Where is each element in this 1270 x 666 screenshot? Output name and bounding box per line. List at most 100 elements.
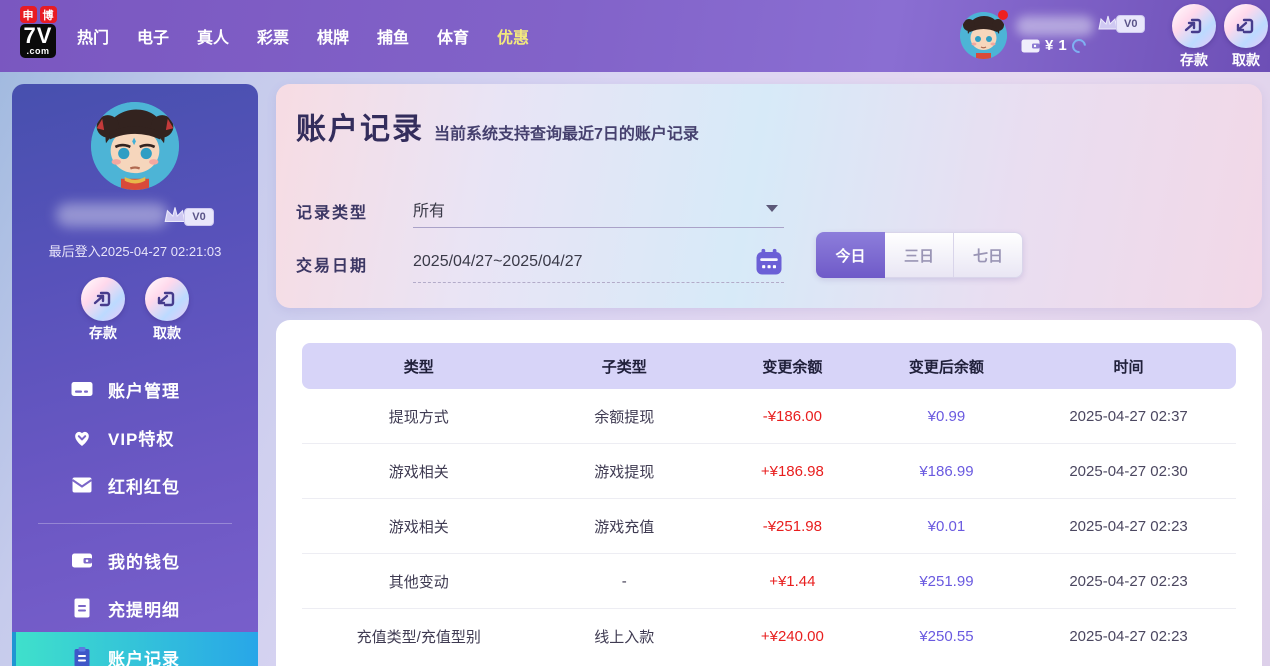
refresh-spinner-icon[interactable] [1068,35,1089,56]
sidebar-quick-actions: 存款 取款 [12,277,258,343]
cell-subtype: 游戏提现 [594,463,655,481]
sidebar-item-account-management[interactable]: 账户管理 [12,365,258,413]
sidebar-item-account-records[interactable]: 账户记录 [12,632,258,666]
page-header: 账户记录 当前系统支持查询最近7日的账户记录 [296,104,699,148]
cell-type: 游戏相关 [388,518,449,536]
col-header-time: 时间 [1113,358,1144,376]
cell-change-amount: +¥186.98 [760,462,824,480]
cell-balance-after: ¥0.01 [927,517,966,535]
account-records-table-panel: 类型 子类型 变更余额 变更后余额 时间 提现方式 余额提现 -¥186.00 … [276,320,1262,666]
records-clipboard-icon [70,645,94,666]
record-type-select[interactable]: 所有 [413,190,784,228]
range-button-3days[interactable]: 三日 [885,232,954,278]
red-packet-icon [70,473,94,497]
table-row: 提现方式 余额提现 -¥186.00 ¥0.99 2025-04-27 02:3… [302,389,1236,444]
last-login-text: 最后登入2025-04-27 02:21:03 [48,244,222,259]
brand-badge-2: 博 [39,6,57,23]
nav-item-promos[interactable]: 优惠 [497,24,529,48]
username-blurred [56,203,169,227]
sidebar-menu: 账户管理 VIP特权 红利红包 我的钱包 充提明细 账户记录 [12,365,258,666]
nav-item-sports[interactable]: 体育 [437,24,469,48]
sidebar-item-label: 账户记录 [108,649,180,666]
wallet-icon [70,548,94,572]
sidebar-item-my-wallet[interactable]: 我的钱包 [12,536,258,584]
page-subtitle: 当前系统支持查询最近7日的账户记录 [434,126,699,143]
calendar-icon[interactable] [754,247,784,277]
record-type-label: 记录类型 [296,205,369,222]
sidebar-deposit-button[interactable]: 存款 [81,277,125,343]
date-range-value: 2025/04/27~2025/04/27 [413,253,583,270]
brand-badges: 申 博 [19,6,57,23]
col-header-subtype: 子类型 [601,358,647,376]
col-header-change: 变更余额 [762,358,823,376]
transaction-date-label: 交易日期 [296,258,369,275]
range-button-today[interactable]: 今日 [816,232,885,278]
sidebar-item-deposit-withdraw-details[interactable]: 充提明细 [12,584,258,632]
deposit-arrow-icon [93,291,111,307]
sidebar-item-label: VIP特权 [108,429,175,449]
sidebar-item-label: 账户管理 [108,381,180,401]
deposit-button[interactable]: 存款 [1170,4,1218,70]
cell-time: 2025-04-27 02:23 [1069,517,1188,535]
brand-wordmark: 7V .com [19,24,57,58]
cell-change-amount: +¥240.00 [760,628,824,645]
cell-time: 2025-04-27 02:37 [1069,407,1188,425]
cell-type: 提现方式 [388,408,449,426]
page-title: 账户记录 [296,113,424,146]
cell-change-amount: -¥251.98 [762,517,822,535]
sidebar-item-vip-privileges[interactable]: VIP特权 [12,413,258,461]
cell-type: 其他变动 [388,573,449,591]
brand-logo[interactable]: 申 博 7V .com [10,6,66,58]
date-range-input[interactable]: 2025/04/27~2025/04/27 [413,242,784,283]
table-row: 其他变动 - +¥1.44 ¥251.99 2025-04-27 02:23 [302,554,1236,609]
sidebar-vip-badge[interactable]: V0 [162,204,214,226]
nav-item-lottery[interactable]: 彩票 [257,24,289,48]
avatar-character-icon [91,102,179,190]
balance-value: 1 [1058,37,1067,54]
brand-badge-1: 申 [19,6,37,23]
nav-item-hot[interactable]: 热门 [77,24,109,48]
balance-display[interactable]: ¥ 1 [1021,35,1089,56]
cell-balance-after: ¥0.99 [927,407,966,425]
brand-tld: .com [26,46,50,56]
table-row: 游戏相关 游戏充值 -¥251.98 ¥0.01 2025-04-27 02:2… [302,499,1236,554]
nav-item-slots[interactable]: 电子 [137,24,169,48]
deposit-label: 存款 [1180,52,1208,68]
withdraw-button[interactable]: 取款 [1222,4,1270,70]
cell-subtype: - [621,572,627,590]
top-navbar: 申 博 7V .com 热门 电子 真人 彩票 棋牌 捕鱼 体育 优惠 V0 ¥… [0,0,1270,72]
withdraw-label: 取款 [153,325,181,341]
withdraw-arrow-icon [1236,18,1254,34]
cell-balance-after: ¥251.99 [919,572,974,590]
sidebar: V0 最后登入2025-04-27 02:21:03 存款 取款 账户管理 VI… [12,84,258,666]
sidebar-user-avatar[interactable] [91,102,179,190]
cell-subtype: 游戏充值 [594,518,655,536]
statement-icon [70,596,94,620]
sidebar-item-bonus-redpacket[interactable]: 红利红包 [12,461,258,509]
sidebar-item-label: 红利红包 [108,477,180,497]
sidebar-withdraw-button[interactable]: 取款 [145,277,189,343]
table-header-row: 类型 子类型 变更余额 变更后余额 时间 [302,343,1236,389]
vip-gem-icon [70,425,94,449]
currency-symbol: ¥ [1045,37,1054,54]
date-range-button-group: 今日 三日 七日 [816,232,1023,278]
cell-time: 2025-04-27 02:30 [1069,462,1188,480]
nav-item-live[interactable]: 真人 [197,24,229,48]
cell-change-amount: +¥1.44 [769,572,816,590]
cell-change-amount: -¥186.00 [762,407,822,425]
col-header-type: 类型 [403,358,434,376]
vip-badge[interactable]: V0 [1096,13,1146,33]
sidebar-divider [38,523,232,524]
deposit-label: 存款 [89,325,117,341]
table-row: 游戏相关 游戏提现 +¥186.98 ¥186.99 2025-04-27 02… [302,444,1236,499]
main-nav: 热门 电子 真人 彩票 棋牌 捕鱼 体育 优惠 [77,0,529,72]
sidebar-user-row: V0 [12,202,258,228]
withdraw-label: 取款 [1232,52,1260,68]
nav-item-fishing[interactable]: 捕鱼 [377,24,409,48]
sidebar-item-label: 我的钱包 [108,552,180,572]
deposit-arrow-icon [1184,18,1202,34]
nav-item-cards[interactable]: 棋牌 [317,24,349,48]
range-button-7days[interactable]: 七日 [954,232,1023,278]
record-type-value: 所有 [413,202,446,220]
vip-level-label: V0 [184,208,214,226]
